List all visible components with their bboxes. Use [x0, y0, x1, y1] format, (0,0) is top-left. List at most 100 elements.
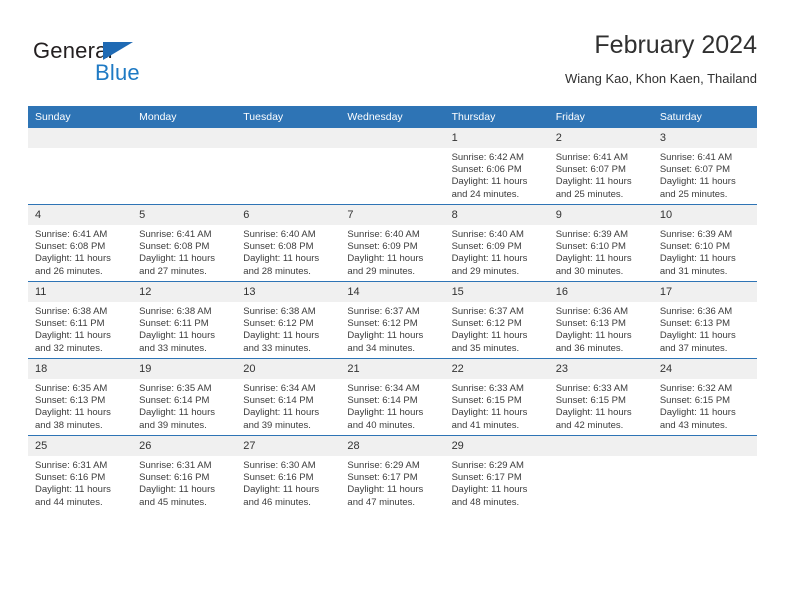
day-number: 17 — [652, 282, 757, 302]
sunset-text: Sunset: 6:14 PM — [243, 395, 314, 407]
calendar-day-cell[interactable]: 9 Sunrise: 6:39 AM Sunset: 6:10 PM Daylight… — [548, 204, 653, 282]
calendar-day-cell[interactable]: 15 Sunrise: 6:37 AM Sunset: 6:12 PM Dayligh… — [444, 281, 549, 359]
calendar-day-cell[interactable]: 10 Sunrise: 6:39 AM Sunset: 6:10 PM Dayligh… — [652, 204, 757, 282]
day-number: 25 — [28, 436, 133, 456]
sunrise-text: Sunrise: 6:33 AM — [451, 383, 524, 394]
calendar-body: 1 Sunrise: 6:42 AM Sunset: 6:06 PM Daylight… — [28, 128, 757, 512]
calendar-day-cell[interactable]: 2 Sunrise: 6:41 AM Sunset: 6:07 PM Daylight… — [548, 128, 653, 205]
daylight-text: Daylight: 11 hours and 32 minutes. — [35, 330, 111, 354]
calendar-day-cell[interactable]: 4 Sunrise: 6:41 AM Sunset: 6:08 PM Daylight… — [28, 204, 133, 282]
sunrise-text: Sunrise: 6:39 AM — [659, 229, 733, 240]
calendar-page: General Blue February 2024 Wiang Kao, Kh… — [0, 0, 792, 612]
daylight-text: Daylight: 11 hours and 33 minutes. — [139, 330, 216, 354]
calendar-day-cell[interactable]: 1 Sunrise: 6:42 AM Sunset: 6:06 PM Daylight… — [444, 128, 549, 205]
day-number: 4 — [28, 205, 133, 225]
calendar-day-cell[interactable]: 25 Sunrise: 6:31 AM Sunset: 6:16 PM Dayligh… — [28, 435, 133, 512]
sunset-text: Sunset: 6:07 PM — [555, 164, 626, 176]
day-details: Sunrise: 6:36 AM Sunset: 6:13 PM Daylight:… — [549, 302, 653, 355]
sunrise-text: Sunrise: 6:41 AM — [555, 152, 629, 163]
sunrise-text: Sunrise: 6:38 AM — [35, 306, 108, 317]
sunrise-text: Sunrise: 6:36 AM — [659, 306, 733, 317]
calendar-day-cell[interactable]: 8 Sunrise: 6:40 AM Sunset: 6:09 PM Daylight… — [444, 204, 549, 282]
day-number: 13 — [236, 282, 341, 302]
day-details: Sunrise: 6:37 AM Sunset: 6:12 PM Daylight:… — [445, 302, 549, 355]
calendar-day-cell[interactable]: 16 Sunrise: 6:36 AM Sunset: 6:13 PM Dayligh… — [548, 281, 653, 359]
sunset-text: Sunset: 6:12 PM — [347, 318, 418, 330]
sunrise-text: Sunrise: 6:31 AM — [35, 460, 108, 471]
calendar-week-row: 4 Sunrise: 6:41 AM Sunset: 6:08 PM Daylight… — [28, 204, 757, 282]
day-details: Sunrise: 6:29 AM Sunset: 6:17 PM Daylight:… — [340, 456, 444, 509]
calendar-day-cell[interactable]: 17 Sunrise: 6:36 AM Sunset: 6:13 PM Dayligh… — [652, 281, 757, 359]
day-number: 18 — [28, 359, 133, 379]
calendar-day-cell[interactable]: 12 Sunrise: 6:38 AM Sunset: 6:11 PM Dayligh… — [132, 281, 237, 359]
sunrise-text: Sunrise: 6:35 AM — [139, 383, 212, 394]
sunset-text: Sunset: 6:07 PM — [659, 164, 731, 176]
calendar-day-cell[interactable]: 26 Sunrise: 6:31 AM Sunset: 6:16 PM Dayligh… — [132, 435, 237, 512]
day-details: Sunrise: 6:31 AM Sunset: 6:16 PM Daylight:… — [132, 456, 236, 509]
calendar-day-cell[interactable]: 6 Sunrise: 6:40 AM Sunset: 6:08 PM Daylight… — [236, 204, 341, 282]
calendar-day-cell[interactable]: 5 Sunrise: 6:41 AM Sunset: 6:08 PM Daylight… — [132, 204, 237, 282]
calendar-day-cell[interactable]: 22 Sunrise: 6:33 AM Sunset: 6:15 PM Dayligh… — [444, 358, 549, 436]
calendar-day-cell-empty — [548, 435, 653, 512]
calendar-day-cell[interactable]: 11 Sunrise: 6:38 AM Sunset: 6:11 PM Dayligh… — [28, 281, 133, 359]
day-number: 16 — [548, 282, 653, 302]
calendar-day-cell[interactable]: 24 Sunrise: 6:32 AM Sunset: 6:15 PM Dayligh… — [652, 358, 757, 436]
day-details: Sunrise: 6:40 AM Sunset: 6:09 PM Daylight:… — [445, 225, 549, 278]
weekday-header-thursday: Thursday — [444, 106, 549, 128]
page-title: February 2024 — [594, 31, 757, 59]
sunrise-text: Sunrise: 6:29 AM — [347, 460, 420, 471]
calendar-day-cell[interactable]: 27 Sunrise: 6:30 AM Sunset: 6:16 PM Dayligh… — [236, 435, 341, 512]
calendar-day-cell[interactable]: 3 Sunrise: 6:41 AM Sunset: 6:07 PM Daylight… — [652, 128, 757, 205]
day-details: Sunrise: 6:30 AM Sunset: 6:16 PM Daylight:… — [236, 456, 340, 509]
daylight-text: Daylight: 11 hours and 43 minutes. — [659, 407, 736, 431]
calendar-day-cell[interactable]: 19 Sunrise: 6:35 AM Sunset: 6:14 PM Dayligh… — [132, 358, 237, 436]
day-number — [132, 128, 237, 148]
calendar-day-cell[interactable]: 14 Sunrise: 6:37 AM Sunset: 6:12 PM Dayligh… — [340, 281, 445, 359]
day-details: Sunrise: 6:29 AM Sunset: 6:17 PM Daylight:… — [445, 456, 549, 509]
daylight-text: Daylight: 11 hours and 44 minutes. — [35, 484, 111, 508]
calendar-table: Sunday Monday Tuesday Wednesday Thursday… — [28, 106, 757, 512]
calendar-day-cell-empty — [132, 128, 237, 205]
sunset-text: Sunset: 6:10 PM — [659, 241, 731, 253]
day-number: 11 — [28, 282, 133, 302]
daylight-text: Daylight: 11 hours and 27 minutes. — [139, 253, 216, 277]
day-number: 20 — [236, 359, 341, 379]
logo-triangle-icon — [103, 42, 133, 60]
daylight-text: Daylight: 11 hours and 29 minutes. — [347, 253, 424, 277]
page-subtitle: Wiang Kao, Khon Kaen, Thailand — [564, 71, 757, 86]
day-number: 14 — [340, 282, 445, 302]
calendar-day-cell[interactable]: 28 Sunrise: 6:29 AM Sunset: 6:17 PM Dayligh… — [340, 435, 445, 512]
sunset-text: Sunset: 6:10 PM — [555, 241, 626, 253]
sunset-text: Sunset: 6:16 PM — [139, 472, 210, 484]
calendar-day-cell[interactable]: 7 Sunrise: 6:40 AM Sunset: 6:09 PM Daylight… — [340, 204, 445, 282]
daylight-text: Daylight: 11 hours and 39 minutes. — [139, 407, 216, 431]
day-details: Sunrise: 6:38 AM Sunset: 6:11 PM Daylight:… — [28, 302, 132, 355]
sunrise-text: Sunrise: 6:41 AM — [659, 152, 733, 163]
sunset-text: Sunset: 6:15 PM — [555, 395, 626, 407]
calendar-day-cell-empty — [236, 128, 341, 205]
sunset-text: Sunset: 6:08 PM — [139, 241, 210, 253]
weekday-header-friday: Friday — [548, 106, 653, 128]
day-details: Sunrise: 6:41 AM Sunset: 6:07 PM Daylight:… — [653, 148, 757, 201]
day-number: 6 — [236, 205, 341, 225]
calendar-week-row: 11 Sunrise: 6:38 AM Sunset: 6:11 PM Dayligh… — [28, 281, 757, 359]
day-details: Sunrise: 6:37 AM Sunset: 6:12 PM Daylight:… — [340, 302, 444, 355]
calendar-day-cell-empty — [340, 128, 445, 205]
calendar-day-cell[interactable]: 13 Sunrise: 6:38 AM Sunset: 6:12 PM Dayligh… — [236, 281, 341, 359]
daylight-text: Daylight: 11 hours and 28 minutes. — [243, 253, 320, 277]
daylight-text: Daylight: 11 hours and 26 minutes. — [35, 253, 111, 277]
calendar-day-cell[interactable]: 23 Sunrise: 6:33 AM Sunset: 6:15 PM Dayligh… — [548, 358, 653, 436]
day-number: 15 — [444, 282, 549, 302]
calendar-day-cell[interactable]: 18 Sunrise: 6:35 AM Sunset: 6:13 PM Dayligh… — [28, 358, 133, 436]
day-details: Sunrise: 6:42 AM Sunset: 6:06 PM Daylight:… — [445, 148, 549, 201]
calendar-day-cell[interactable]: 29 Sunrise: 6:29 AM Sunset: 6:17 PM Dayligh… — [444, 435, 549, 512]
day-number: 9 — [548, 205, 653, 225]
day-details: Sunrise: 6:35 AM Sunset: 6:14 PM Daylight:… — [132, 379, 236, 432]
day-number: 12 — [132, 282, 237, 302]
sunrise-text: Sunrise: 6:34 AM — [347, 383, 420, 394]
sunset-text: Sunset: 6:15 PM — [659, 395, 731, 407]
calendar-day-cell[interactable]: 21 Sunrise: 6:34 AM Sunset: 6:14 PM Dayligh… — [340, 358, 445, 436]
day-details: Sunrise: 6:38 AM Sunset: 6:12 PM Daylight:… — [236, 302, 340, 355]
day-number: 27 — [236, 436, 341, 456]
calendar-day-cell[interactable]: 20 Sunrise: 6:34 AM Sunset: 6:14 PM Dayligh… — [236, 358, 341, 436]
